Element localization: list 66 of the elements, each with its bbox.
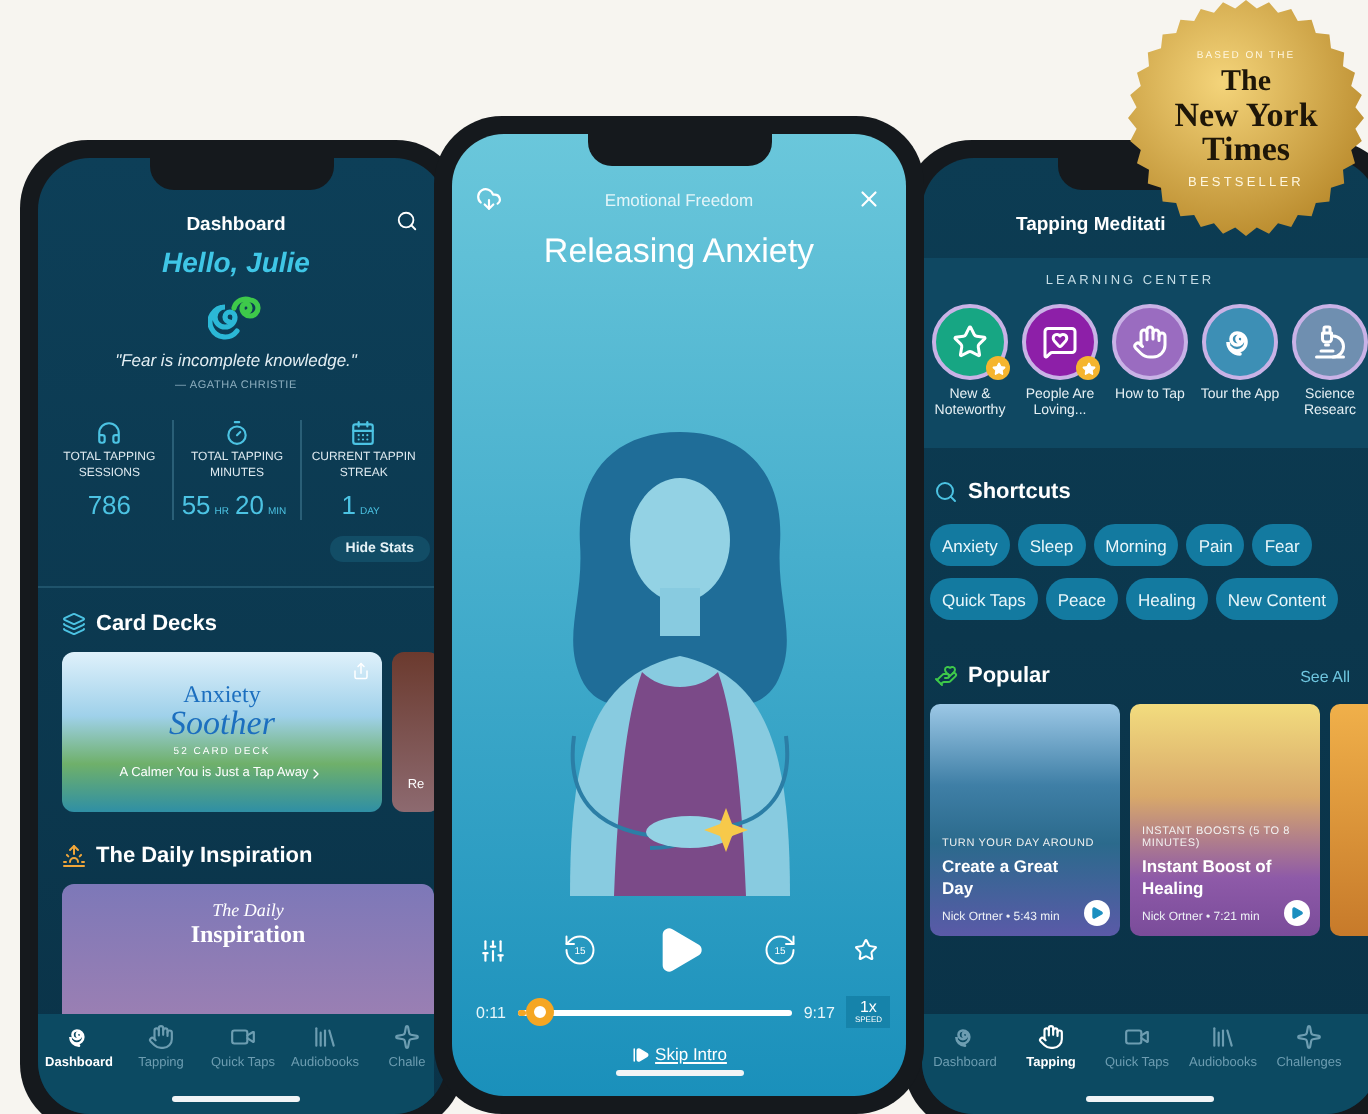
shortcut-chip[interactable]: Morning — [1093, 524, 1179, 567]
equalizer-icon[interactable] — [480, 937, 506, 963]
shortcut-chip[interactable]: New Content — [1215, 578, 1338, 621]
shortcut-chip[interactable]: Healing — [1126, 578, 1208, 621]
see-all-link[interactable]: See All — [1300, 667, 1350, 686]
badge-title: New York — [1174, 98, 1318, 132]
section-heading: Shortcuts — [968, 480, 1071, 505]
progress-thumb[interactable] — [525, 998, 554, 1026]
section-heading: Popular — [968, 664, 1050, 689]
home-indicator — [615, 1070, 743, 1076]
home-indicator — [1086, 1096, 1214, 1102]
cards-icon — [62, 611, 86, 636]
shortcut-chip[interactable]: Quick Taps — [930, 578, 1038, 621]
home-indicator — [172, 1096, 300, 1102]
screen-title: Tapping Meditati — [1016, 213, 1166, 235]
video-icon — [230, 1024, 256, 1050]
section-heading: The Daily Inspiration — [96, 843, 313, 868]
search-icon[interactable] — [396, 210, 418, 232]
microscope-icon — [1312, 324, 1348, 360]
screen-title: Dashboard — [186, 213, 286, 235]
card-title: The Daily — [212, 899, 284, 920]
card-title: Create a Great Day — [942, 856, 1061, 901]
books-icon — [1210, 1024, 1236, 1050]
shortcut-chip[interactable]: Fear — [1252, 524, 1312, 567]
quote-text: "Fear is incomplete knowledge." — [113, 350, 360, 370]
elapsed-time: 0:11 — [476, 1003, 506, 1021]
duration-time: 9:17 — [803, 1003, 835, 1021]
star-icon — [952, 324, 988, 360]
greeting: Hello, Julie — [160, 246, 312, 278]
sparkle-icon — [1296, 1024, 1322, 1050]
shortcut-chip[interactable]: Pain — [1186, 524, 1245, 567]
close-icon[interactable] — [855, 186, 882, 212]
heart-chat-icon — [1042, 324, 1078, 360]
card-title: Instant Boost of Healing — [1142, 856, 1274, 901]
daily-inspiration-card[interactable]: The Daily Inspiration — [62, 883, 434, 1014]
card-title: Inspiration — [190, 919, 306, 950]
shortcut-chip[interactable]: Peace — [1045, 578, 1118, 621]
skip-intro-link[interactable]: Skip Intro — [631, 1044, 727, 1064]
app-logo — [208, 290, 264, 342]
progress-slider[interactable] — [517, 998, 792, 1026]
category-label: Emotional Freedom — [604, 189, 754, 209]
calendar-icon — [350, 420, 377, 446]
video-icon — [1124, 1024, 1150, 1050]
shortcut-chip[interactable]: Sleep — [1017, 524, 1086, 567]
stat-value: 786 — [87, 489, 132, 520]
sparkle-icon — [394, 1024, 420, 1050]
play-icon[interactable] — [1284, 900, 1310, 927]
play-icon[interactable] — [1084, 900, 1110, 927]
track-title: Releasing Anxiety — [541, 232, 817, 272]
hand-icon — [1038, 1024, 1064, 1050]
stopwatch-icon — [223, 420, 250, 446]
section-heading: Card Decks — [96, 611, 218, 636]
skip-icon — [631, 1045, 650, 1063]
books-icon — [312, 1024, 338, 1050]
cloud-download-icon[interactable] — [476, 186, 502, 212]
badge-title: The — [1220, 68, 1271, 98]
deck-title: Soother — [169, 705, 275, 740]
favorite-star-icon[interactable] — [854, 938, 878, 962]
shortcut-chip[interactable]: Anxiety — [930, 524, 1010, 567]
search-icon — [934, 480, 958, 505]
sunrise-icon — [62, 843, 86, 868]
deck-title: Anxiety — [183, 681, 261, 706]
hand-heart-icon — [934, 664, 958, 689]
badge-title: Times — [1201, 132, 1291, 166]
headphones-icon — [96, 420, 123, 446]
hand-icon — [148, 1024, 174, 1050]
